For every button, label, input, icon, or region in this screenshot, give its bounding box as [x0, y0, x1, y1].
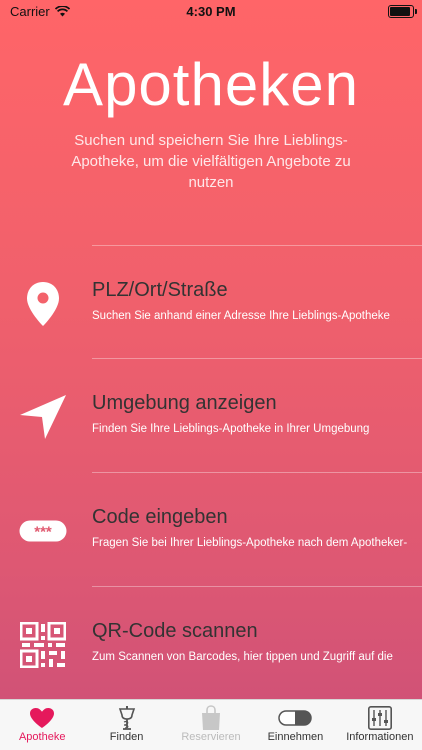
tab-label: Apotheke [18, 731, 66, 743]
navigation-arrow-icon [18, 392, 68, 442]
code-asterisks: *** [34, 524, 52, 541]
status-bar: Carrier 4:30 PM [0, 0, 422, 22]
tab-reservieren[interactable]: Reservieren [169, 700, 253, 750]
option-code-eingeben[interactable]: *** Code eingeben Fragen Sie bei Ihrer L… [0, 473, 422, 585]
option-description: Finden Sie Ihre Lieblings-Apotheke in Ih… [92, 423, 370, 435]
tab-bar: Apotheke Finden Reservieren Einnehmen In… [0, 699, 422, 750]
pharmacy-icon [115, 705, 139, 731]
option-label: Umgebung anzeigen [92, 392, 277, 414]
shopping-bag-icon [199, 705, 223, 731]
tab-label: Einnehmen [267, 731, 324, 743]
option-label: Code eingeben [92, 506, 228, 528]
tab-einnehmen[interactable]: Einnehmen [253, 700, 337, 750]
code-input-icon: *** [18, 506, 68, 556]
location-pin-icon [18, 279, 68, 329]
tab-apotheke[interactable]: Apotheke [0, 700, 84, 750]
option-umgebung-anzeigen[interactable]: Umgebung anzeigen Finden Sie Ihre Liebli… [0, 359, 422, 471]
status-time: 4:30 PM [186, 4, 236, 19]
page-subtitle: Suchen und speichern Sie Ihre Lieblings-… [71, 132, 351, 191]
tab-label: Reservieren [181, 731, 241, 743]
option-label: QR-Code scannen [92, 620, 258, 642]
option-description: Zum Scannen von Barcodes, hier tippen un… [92, 651, 393, 663]
tab-label: Informationen [346, 731, 414, 743]
tab-informationen[interactable]: Informationen [338, 700, 422, 750]
option-label: PLZ/Ort/Straße [92, 279, 228, 301]
option-description: Suchen Sie anhand einer Adresse Ihre Lie… [92, 310, 390, 322]
sliders-icon [367, 705, 392, 731]
battery-icon [388, 5, 417, 18]
option-plz-ort-strasse[interactable]: PLZ/Ort/Straße Suchen Sie anhand einer A… [0, 246, 422, 358]
option-description: Fragen Sie bei Ihrer Lieblings-Apotheke … [92, 537, 408, 549]
pill-icon [278, 705, 313, 731]
tab-finden[interactable]: Finden [84, 700, 168, 750]
qr-code-icon [18, 620, 68, 670]
tab-label: Finden [109, 731, 144, 743]
page-title: Apotheken [63, 51, 359, 118]
heart-icon [29, 705, 55, 731]
option-qr-code-scannen[interactable]: QR-Code scannen Zum Scannen von Barcodes… [0, 587, 422, 699]
